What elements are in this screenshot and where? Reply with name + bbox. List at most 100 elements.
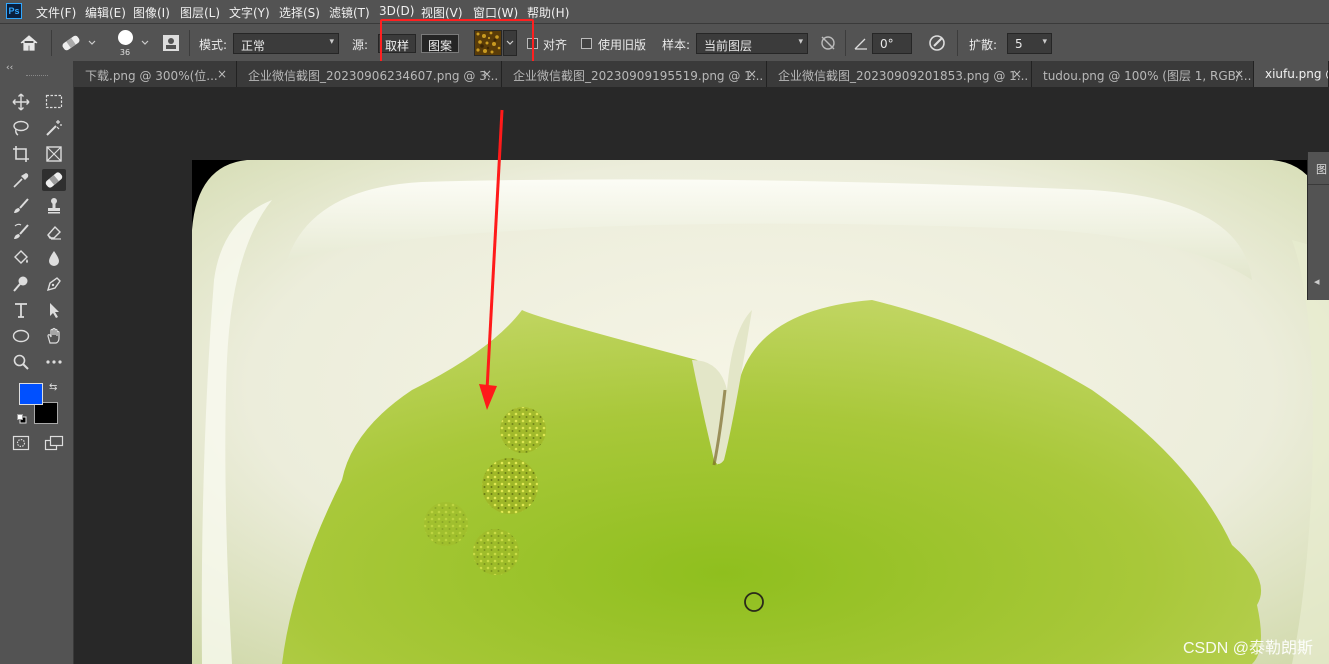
source-label: 源: [352, 38, 369, 52]
tab-document-active[interactable]: xiufu.png @ [1254, 61, 1329, 87]
tab-document[interactable]: 企业微信截图_20230909201853.png @ 1... × [767, 61, 1032, 87]
menu-window[interactable]: 窗口(W) [473, 4, 518, 21]
use-legacy-checkbox[interactable] [581, 38, 592, 49]
swap-colors-icon[interactable]: ⇆ [49, 382, 57, 393]
magic-wand-tool-icon[interactable] [42, 117, 66, 139]
foreground-color-swatch[interactable] [19, 383, 43, 405]
default-colors-icon[interactable] [17, 413, 27, 424]
blur-tool-icon[interactable] [42, 247, 66, 269]
close-icon[interactable]: × [1234, 67, 1244, 81]
home-icon[interactable] [18, 33, 40, 53]
healing-brush-tool-icon[interactable] [42, 169, 66, 191]
separator [957, 30, 958, 56]
history-brush-tool-icon[interactable] [9, 221, 33, 243]
pattern-picker-dropdown[interactable] [503, 30, 517, 56]
menu-view[interactable]: 视图(V) [421, 4, 463, 21]
chevron-down-icon: ▾ [1042, 37, 1047, 47]
pattern-swatch[interactable] [474, 30, 502, 56]
clone-stamp-tool-icon[interactable] [42, 195, 66, 217]
lasso-tool-icon[interactable] [9, 117, 33, 139]
sample-label: 样本: [662, 38, 691, 52]
close-icon[interactable]: × [217, 67, 227, 81]
sample-dropdown[interactable]: 当前图层 ▾ [696, 33, 808, 54]
tab-document[interactable]: tudou.png @ 100% (图层 1, RGB/... × [1032, 61, 1254, 87]
menu-image[interactable]: 图像(I) [133, 4, 170, 21]
menu-3d[interactable]: 3D(D) [379, 4, 414, 18]
pattern-dab [473, 529, 519, 575]
menu-file[interactable]: 文件(F) [36, 4, 76, 21]
separator [845, 30, 846, 56]
menu-edit[interactable]: 编辑(E) [85, 4, 126, 21]
photoshop-logo[interactable]: Ps [6, 3, 22, 19]
menu-type[interactable]: 文字(Y) [229, 4, 270, 21]
separator [189, 30, 190, 56]
brush-size-value: 36 [119, 48, 131, 57]
zoom-tool-icon[interactable] [9, 351, 33, 373]
angle-value: 0° [880, 37, 894, 51]
screen-mode-icon[interactable] [42, 432, 66, 454]
paint-bucket-tool-icon[interactable] [9, 247, 33, 269]
document-tabs: 下载.png @ 300%(位... × 企业微信截图_202309062346… [74, 61, 1329, 87]
crop-tool-icon[interactable] [9, 143, 33, 165]
eyedropper-tool-icon[interactable] [9, 169, 33, 191]
tool-preset-picker[interactable] [60, 32, 100, 54]
menu-filter[interactable]: 滤镜(T) [329, 4, 370, 21]
pressure-size-icon[interactable] [927, 33, 947, 53]
options-bar: 36 模式: 正常 ▾ 源: 取样 图案 对齐 使用旧版 样本: 当前图层 ▾ [0, 23, 1329, 61]
ellipse-tool-icon[interactable] [9, 325, 33, 347]
collapsed-panel[interactable]: 图 ◂ [1307, 152, 1329, 300]
tab-label: tudou.png @ 100% (图层 1, RGB/... [1043, 69, 1252, 83]
diffusion-label: 扩散: [969, 38, 998, 52]
hand-tool-icon[interactable] [42, 325, 66, 347]
marquee-tool-icon[interactable] [42, 91, 66, 113]
menu-select[interactable]: 选择(S) [279, 4, 320, 21]
diffusion-value: 5 [1015, 37, 1023, 51]
collapse-arrows-icon[interactable]: ‹‹ [6, 63, 13, 73]
tab-label: xiufu.png @ [1265, 67, 1328, 81]
mode-value: 正常 [241, 39, 266, 53]
move-tool-icon[interactable] [9, 91, 33, 113]
more-tools-icon[interactable] [42, 351, 66, 373]
menu-layer[interactable]: 图层(L) [180, 4, 220, 21]
close-icon[interactable]: × [747, 67, 757, 81]
mode-dropdown[interactable]: 正常 ▾ [233, 33, 339, 54]
grip-icon[interactable] [26, 75, 48, 78]
brush-settings-icon[interactable] [161, 33, 181, 53]
brush-tool-icon[interactable] [9, 195, 33, 217]
eraser-tool-icon[interactable] [42, 221, 66, 243]
angle-input[interactable]: 0° [872, 33, 912, 54]
background-color-swatch[interactable] [34, 402, 58, 424]
chevron-down-icon[interactable] [140, 37, 150, 51]
panel-title: 图 [1316, 163, 1327, 176]
mode-label: 模式: [199, 38, 228, 52]
tab-label: 下载.png @ 300%(位... [85, 69, 218, 83]
ignore-adjustment-layers-icon[interactable] [818, 33, 838, 53]
angle-icon [853, 35, 869, 51]
type-tool-icon[interactable] [9, 299, 33, 321]
source-pattern-button[interactable]: 图案 [421, 34, 460, 53]
chevron-down-icon: ▾ [798, 37, 803, 47]
close-icon[interactable]: × [482, 67, 492, 81]
tab-label: 企业微信截图_20230906234607.png @ 3... [248, 69, 499, 83]
close-icon[interactable]: × [1012, 67, 1022, 81]
watermark: CSDN @泰勒朗斯 [1182, 640, 1313, 657]
frame-tool-icon[interactable] [42, 143, 66, 165]
tab-document[interactable]: 下载.png @ 300%(位... × [74, 61, 237, 87]
tab-document[interactable]: 企业微信截图_20230906234607.png @ 3... × [237, 61, 502, 87]
brush-preset-picker[interactable]: 36 [113, 29, 139, 57]
tab-document[interactable]: 企业微信截图_20230909195519.png @ 1... × [502, 61, 767, 87]
source-sampled-button[interactable]: 取样 [378, 34, 417, 53]
dodge-tool-icon[interactable] [9, 273, 33, 295]
pattern-dab [424, 502, 468, 546]
panel-arrow-icon[interactable]: ◂ [1314, 275, 1320, 288]
pen-tool-icon[interactable] [42, 273, 66, 295]
diffusion-input[interactable]: 5 ▾ [1007, 33, 1052, 54]
sample-value: 当前图层 [704, 39, 753, 53]
document-canvas[interactable] [192, 160, 1329, 664]
quick-mask-icon[interactable] [9, 432, 33, 454]
aligned-checkbox[interactable] [527, 38, 538, 49]
chevron-down-icon: ▾ [329, 37, 334, 47]
path-selection-tool-icon[interactable] [42, 299, 66, 321]
menu-help[interactable]: 帮助(H) [527, 4, 569, 21]
pattern-dab [482, 458, 538, 514]
